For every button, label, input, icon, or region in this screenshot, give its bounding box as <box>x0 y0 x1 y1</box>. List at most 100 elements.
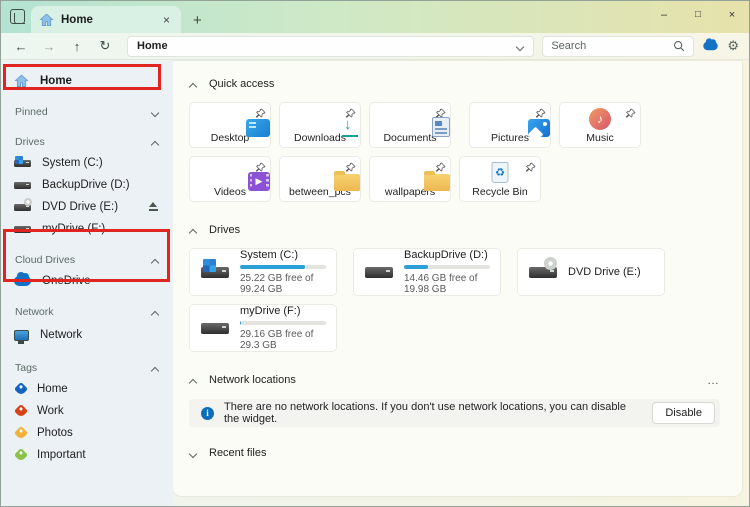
tag-icon <box>14 426 28 440</box>
tile-documents[interactable]: Documents <box>369 102 451 148</box>
search-placeholder: Search <box>551 40 673 52</box>
system-drive-icon <box>201 267 229 278</box>
sidebar-section-pinned[interactable]: Pinned <box>1 101 173 122</box>
file-explorer-window: Home × + – □ × ← → ↑ ↻ Home Search ⚙ <box>0 0 750 507</box>
sidebar-item-system-c[interactable]: System (C:) <box>1 152 173 174</box>
chevron-down-icon[interactable] <box>516 42 524 50</box>
tile-recycle-bin[interactable]: ♻ Recycle Bin <box>459 156 541 202</box>
pin-icon[interactable] <box>345 106 356 124</box>
sidebar-item-backupdrive-d[interactable]: BackupDrive (D:) <box>1 174 173 196</box>
tab-close-icon[interactable]: × <box>160 13 173 27</box>
new-tab-button[interactable]: + <box>193 12 202 29</box>
capacity-bar <box>240 321 326 325</box>
onedrive-sync-icon[interactable] <box>704 42 718 51</box>
address-bar[interactable]: Home <box>127 36 534 57</box>
sidebar-item-tag-home[interactable]: Home <box>1 378 173 400</box>
disable-button[interactable]: Disable <box>652 402 715 424</box>
tile-music[interactable]: ♪ Music <box>559 102 641 148</box>
network-icon <box>14 330 29 341</box>
pin-icon[interactable] <box>535 106 546 124</box>
pin-icon[interactable] <box>255 160 266 178</box>
window-controls: – □ × <box>647 1 749 31</box>
system-drive-icon <box>14 160 31 167</box>
maximize-button[interactable]: □ <box>681 1 715 31</box>
capacity-bar <box>404 265 490 269</box>
dvd-drive-icon <box>14 204 31 211</box>
hard-drive-icon <box>14 226 31 233</box>
banner-message: There are no network locations. If you d… <box>224 401 642 425</box>
info-icon: i <box>201 407 214 420</box>
gear-icon[interactable]: ⚙ <box>727 38 739 54</box>
pin-icon[interactable] <box>435 106 446 124</box>
chevron-up-icon[interactable] <box>151 256 159 264</box>
sidebar-item-tag-photos[interactable]: Photos <box>1 422 173 444</box>
sidebar-item-home[interactable]: Home <box>1 70 173 92</box>
pin-icon[interactable] <box>255 106 266 124</box>
sidebar-item-dvd-drive-e[interactable]: DVD Drive (E:) <box>1 196 173 218</box>
drive-card-mydrive-f[interactable]: myDrive (F:) 29.16 GB free of 29.3 GB <box>189 304 337 352</box>
pin-icon[interactable] <box>345 160 356 178</box>
close-button[interactable]: × <box>715 1 749 31</box>
chevron-down-icon[interactable] <box>189 449 197 457</box>
chevron-down-icon[interactable] <box>151 108 159 116</box>
content-panel: Quick access Desktop Downloads Documents <box>173 61 742 496</box>
forward-button[interactable]: → <box>39 39 59 54</box>
chevron-up-icon[interactable] <box>189 376 197 384</box>
sidebar-section-tags[interactable]: Tags <box>1 357 173 378</box>
section-recent-files[interactable]: Recent files <box>183 443 726 463</box>
dvd-drive-icon <box>529 267 557 278</box>
chevron-up-icon[interactable] <box>189 226 197 234</box>
chevron-up-icon[interactable] <box>151 138 159 146</box>
tile-videos[interactable]: ▶ Videos <box>189 156 271 202</box>
tile-desktop[interactable]: Desktop <box>189 102 271 148</box>
selection-indicator <box>3 75 6 87</box>
sidebar-item-onedrive[interactable]: OneDrive <box>1 270 173 292</box>
sidebar-item-tag-work[interactable]: Work <box>1 400 173 422</box>
hard-drive-icon <box>14 182 31 189</box>
pin-icon[interactable] <box>435 160 446 178</box>
sidebar-section-drives[interactable]: Drives <box>1 131 173 152</box>
tag-icon <box>14 404 28 418</box>
tag-icon <box>14 382 28 396</box>
sidebar-item-label: Home <box>40 75 72 87</box>
tag-icon <box>14 448 28 462</box>
navigation-toolbar: ← → ↑ ↻ Home Search ⚙ <box>1 33 749 60</box>
refresh-button[interactable]: ↻ <box>95 38 115 54</box>
window-menu-icon[interactable] <box>10 9 25 24</box>
sidebar-section-network[interactable]: Network <box>1 301 173 322</box>
chevron-up-icon[interactable] <box>151 364 159 372</box>
sidebar: Home Pinned Drives System (C:) BackupDri… <box>1 61 173 506</box>
music-icon: ♪ <box>589 108 611 130</box>
section-network-locations[interactable]: Network locations … <box>183 370 726 390</box>
onedrive-cloud-icon <box>14 276 31 286</box>
section-drives[interactable]: Drives <box>183 220 726 240</box>
up-button[interactable]: ↑ <box>67 39 87 54</box>
tile-between-pcs[interactable]: between_pcs <box>279 156 361 202</box>
tab-bar: Home × + – □ × <box>1 1 749 33</box>
drive-card-backupdrive-d[interactable]: BackupDrive (D:) 14.46 GB free of 19.98 … <box>353 248 501 296</box>
sidebar-item-tag-important[interactable]: Important <box>1 444 173 466</box>
drive-card-system-c[interactable]: System (C:) 25.22 GB free of 99.24 GB <box>189 248 337 296</box>
tab-home[interactable]: Home × <box>31 6 181 33</box>
drives-grid: System (C:) 25.22 GB free of 99.24 GB Ba… <box>189 248 726 352</box>
tile-downloads[interactable]: Downloads <box>279 102 361 148</box>
back-button[interactable]: ← <box>11 39 31 54</box>
sidebar-item-network[interactable]: Network <box>1 322 173 348</box>
tile-wallpapers[interactable]: wallpapers <box>369 156 451 202</box>
capacity-bar <box>240 265 326 269</box>
pin-icon[interactable] <box>525 160 536 178</box>
drive-card-dvd-e[interactable]: DVD Drive (E:) <box>517 248 665 296</box>
chevron-up-icon[interactable] <box>189 80 197 88</box>
tile-pictures[interactable]: Pictures <box>469 102 551 148</box>
eject-icon[interactable] <box>148 202 159 212</box>
minimize-button[interactable]: – <box>647 1 681 31</box>
sidebar-section-cloud-drives[interactable]: Cloud Drives <box>1 249 173 270</box>
sidebar-item-mydrive-f[interactable]: myDrive (F:) <box>1 218 173 240</box>
hard-drive-icon <box>201 323 229 334</box>
more-options-icon[interactable]: … <box>707 373 726 387</box>
search-input[interactable]: Search <box>542 36 694 57</box>
chevron-up-icon[interactable] <box>151 308 159 316</box>
pin-icon[interactable] <box>625 106 636 124</box>
tab-title: Home <box>61 14 153 26</box>
section-quick-access[interactable]: Quick access <box>183 74 726 94</box>
